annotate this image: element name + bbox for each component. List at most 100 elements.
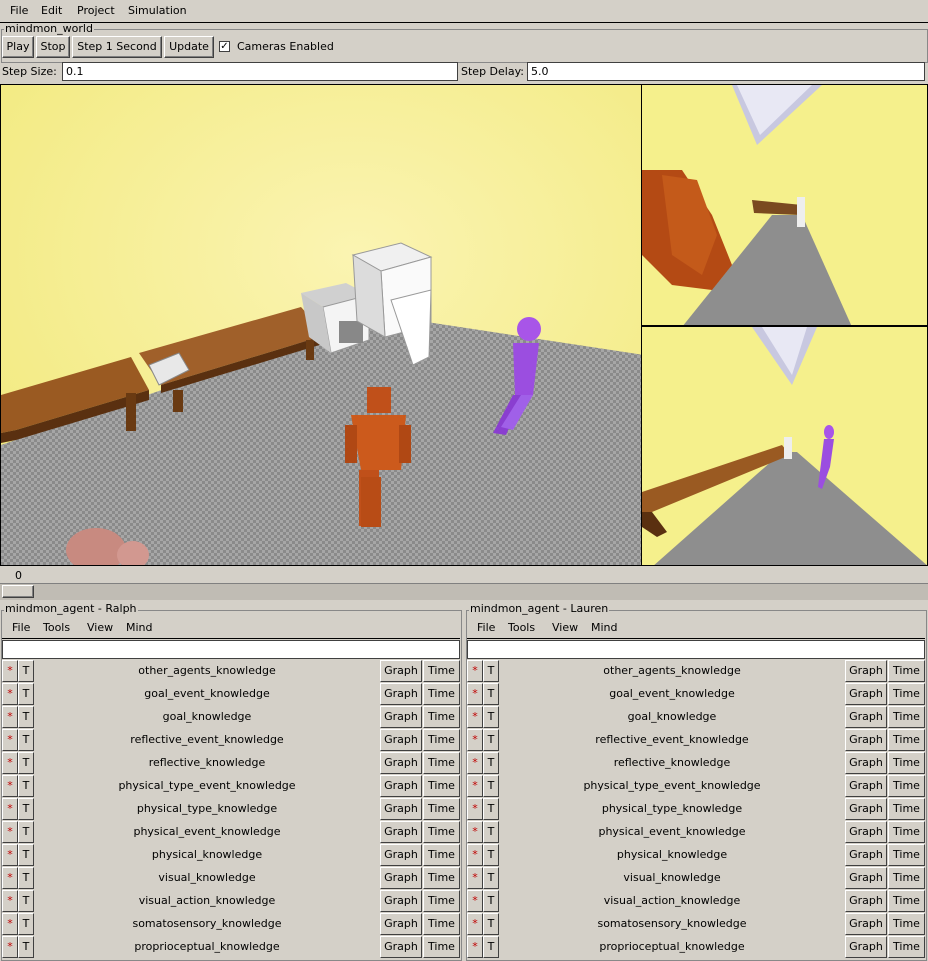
row-t-button[interactable]: T (483, 890, 499, 912)
row-t-button[interactable]: T (18, 844, 34, 866)
row-graph-button[interactable]: Graph (845, 752, 887, 774)
row-t-button[interactable]: T (18, 936, 34, 958)
row-star-button[interactable]: * (467, 683, 483, 705)
row-star-button[interactable]: * (2, 798, 18, 820)
row-graph-button[interactable]: Graph (380, 706, 422, 728)
agent-menu-tools[interactable]: Tools (508, 621, 535, 634)
row-graph-button[interactable]: Graph (380, 660, 422, 682)
row-star-button[interactable]: * (467, 775, 483, 797)
menu-simulation[interactable]: Simulation (128, 4, 187, 17)
row-graph-button[interactable]: Graph (380, 867, 422, 889)
row-star-button[interactable]: * (2, 867, 18, 889)
row-star-button[interactable]: * (2, 752, 18, 774)
agent-menu-mind[interactable]: Mind (591, 621, 618, 634)
row-time-button[interactable]: Time (888, 844, 925, 866)
row-time-button[interactable]: Time (423, 683, 460, 705)
agent-camera-view-bottom[interactable] (641, 326, 928, 566)
row-t-button[interactable]: T (18, 798, 34, 820)
time-slider-track[interactable] (0, 583, 928, 600)
row-t-button[interactable]: T (18, 890, 34, 912)
main-camera-view[interactable] (0, 84, 643, 566)
row-graph-button[interactable]: Graph (380, 683, 422, 705)
row-time-button[interactable]: Time (423, 913, 460, 935)
step-button[interactable]: Step 1 Second (72, 36, 162, 58)
step-size-input[interactable]: 0.1 (62, 62, 458, 81)
row-time-button[interactable]: Time (423, 867, 460, 889)
row-time-button[interactable]: Time (888, 706, 925, 728)
row-t-button[interactable]: T (18, 913, 34, 935)
row-graph-button[interactable]: Graph (845, 867, 887, 889)
row-graph-button[interactable]: Graph (845, 913, 887, 935)
row-t-button[interactable]: T (483, 867, 499, 889)
row-star-button[interactable]: * (467, 798, 483, 820)
row-graph-button[interactable]: Graph (845, 660, 887, 682)
row-time-button[interactable]: Time (423, 798, 460, 820)
row-t-button[interactable]: T (483, 729, 499, 751)
row-graph-button[interactable]: Graph (380, 821, 422, 843)
row-time-button[interactable]: Time (423, 752, 460, 774)
row-t-button[interactable]: T (18, 821, 34, 843)
row-time-button[interactable]: Time (423, 706, 460, 728)
row-star-button[interactable]: * (467, 706, 483, 728)
play-button[interactable]: Play (2, 36, 34, 58)
row-star-button[interactable]: * (2, 913, 18, 935)
row-t-button[interactable]: T (483, 683, 499, 705)
row-time-button[interactable]: Time (423, 729, 460, 751)
row-t-button[interactable]: T (483, 660, 499, 682)
menu-file[interactable]: File (10, 4, 28, 17)
row-t-button[interactable]: T (483, 752, 499, 774)
menu-project[interactable]: Project (77, 4, 115, 17)
row-time-button[interactable]: Time (888, 660, 925, 682)
row-graph-button[interactable]: Graph (380, 890, 422, 912)
row-star-button[interactable]: * (467, 660, 483, 682)
row-graph-button[interactable]: Graph (380, 913, 422, 935)
row-star-button[interactable]: * (2, 683, 18, 705)
agent-menu-mind[interactable]: Mind (126, 621, 153, 634)
row-graph-button[interactable]: Graph (845, 890, 887, 912)
row-star-button[interactable]: * (467, 936, 483, 958)
row-t-button[interactable]: T (483, 775, 499, 797)
row-t-button[interactable]: T (18, 706, 34, 728)
row-graph-button[interactable]: Graph (380, 775, 422, 797)
agent-command-input[interactable] (2, 640, 460, 659)
row-t-button[interactable]: T (18, 660, 34, 682)
agent-command-input[interactable] (467, 640, 925, 659)
row-graph-button[interactable]: Graph (380, 936, 422, 958)
row-time-button[interactable]: Time (888, 775, 925, 797)
time-slider-handle[interactable] (2, 585, 34, 598)
row-t-button[interactable]: T (483, 798, 499, 820)
row-star-button[interactable]: * (2, 775, 18, 797)
row-time-button[interactable]: Time (888, 752, 925, 774)
agent-menu-view[interactable]: View (87, 621, 113, 634)
row-star-button[interactable]: * (2, 729, 18, 751)
row-t-button[interactable]: T (18, 752, 34, 774)
row-time-button[interactable]: Time (423, 890, 460, 912)
row-time-button[interactable]: Time (888, 890, 925, 912)
row-star-button[interactable]: * (467, 867, 483, 889)
row-time-button[interactable]: Time (888, 683, 925, 705)
stop-button[interactable]: Stop (36, 36, 70, 58)
row-graph-button[interactable]: Graph (380, 844, 422, 866)
row-t-button[interactable]: T (18, 867, 34, 889)
cameras-checkbox[interactable]: ✓ (219, 41, 230, 52)
row-time-button[interactable]: Time (888, 729, 925, 751)
row-star-button[interactable]: * (2, 706, 18, 728)
row-graph-button[interactable]: Graph (845, 821, 887, 843)
step-delay-input[interactable]: 5.0 (527, 62, 925, 81)
row-t-button[interactable]: T (483, 706, 499, 728)
row-time-button[interactable]: Time (888, 867, 925, 889)
row-graph-button[interactable]: Graph (845, 798, 887, 820)
row-star-button[interactable]: * (467, 752, 483, 774)
row-t-button[interactable]: T (483, 936, 499, 958)
row-star-button[interactable]: * (2, 936, 18, 958)
row-graph-button[interactable]: Graph (845, 775, 887, 797)
row-time-button[interactable]: Time (423, 936, 460, 958)
row-star-button[interactable]: * (2, 844, 18, 866)
agent-menu-file[interactable]: File (477, 621, 495, 634)
row-time-button[interactable]: Time (888, 798, 925, 820)
row-t-button[interactable]: T (18, 775, 34, 797)
row-time-button[interactable]: Time (888, 913, 925, 935)
row-time-button[interactable]: Time (888, 936, 925, 958)
row-t-button[interactable]: T (483, 913, 499, 935)
row-graph-button[interactable]: Graph (845, 844, 887, 866)
